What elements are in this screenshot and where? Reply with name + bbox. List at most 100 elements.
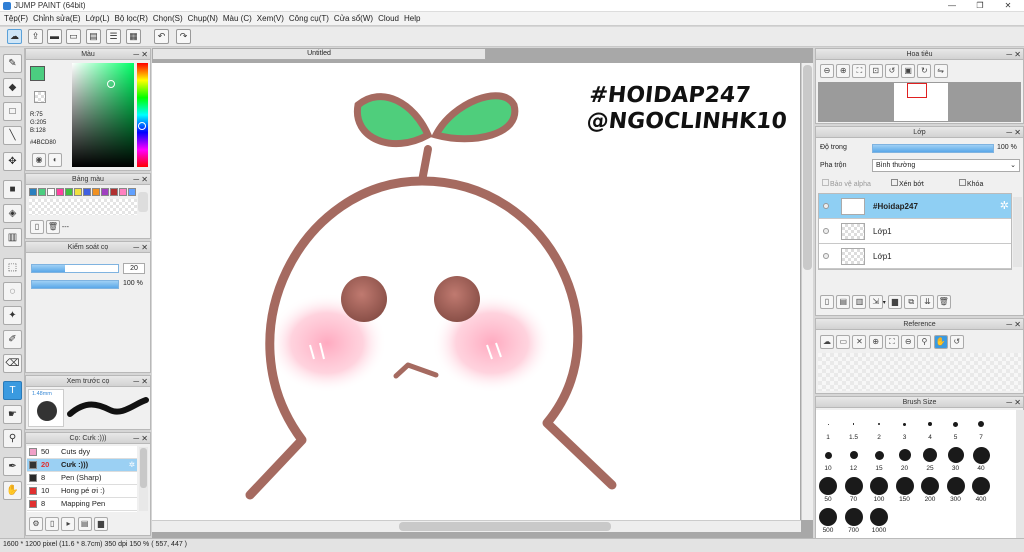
gear-icon[interactable]: ✲ [129,459,135,471]
select-eraser-icon[interactable]: ⌫ [3,354,22,373]
lock-checkbox[interactable] [959,179,966,186]
sub-color-swatch[interactable] [34,91,46,103]
menu-select[interactable]: Chọn(S) [153,12,188,25]
nav-zoom-in-icon[interactable]: ⊕ [836,64,851,78]
hue-slider[interactable] [137,63,148,167]
new-layer-icon[interactable]: ▯ [820,295,834,309]
brush-size-dot[interactable] [953,421,958,427]
redo-icon[interactable]: ↷ [176,29,191,44]
text-tool-icon[interactable]: T [3,381,22,400]
brush-list-scrollbar[interactable] [139,447,148,511]
message-icon[interactable]: ▭ [66,29,81,44]
palette-scrollbar[interactable] [138,192,148,212]
palette-swatch[interactable] [47,188,55,196]
brush-add-icon[interactable]: ▯ [45,517,60,531]
eraser-tool-icon[interactable]: ◆ [3,78,22,97]
brush-size-dot[interactable] [921,477,939,495]
horizontal-scroll-thumb[interactable] [399,522,611,531]
ref-fit-icon[interactable]: ⛶ [884,335,899,349]
undo-icon[interactable]: ↶ [154,29,169,44]
brush-opacity-slider[interactable] [31,280,119,289]
ref-cloud-icon[interactable]: ☁ [820,335,834,349]
brush-size-dot[interactable] [923,448,937,462]
palette-swatch[interactable] [119,188,127,196]
menu-edit[interactable]: Chỉnh sửa(E) [33,12,86,25]
palette-swatch[interactable] [65,188,73,196]
color-picker-icon[interactable]: ◐ [48,153,63,167]
protect-alpha-checkbox[interactable] [822,179,829,186]
palette-delete-icon[interactable]: 🗑 [45,220,60,234]
new-folder-icon[interactable]: ▆ [887,295,902,309]
brush-size-dot[interactable] [844,508,863,526]
merge-layer-icon[interactable]: ⇊ [920,295,935,309]
canvas-vertical-scrollbar[interactable] [801,63,813,520]
hand-tool-icon[interactable]: ✋ [3,481,22,500]
saturation-value-square[interactable] [72,63,134,167]
document-icon[interactable]: ▤ [86,29,101,44]
brush-size-dot[interactable] [849,451,858,459]
eyedropper-icon[interactable]: ⚲ [3,429,22,448]
chat-icon[interactable]: ▬ [47,29,62,44]
palette-swatch[interactable] [74,188,82,196]
brush-size-dot[interactable] [819,477,837,495]
menu-filter[interactable]: Bộ lọc(R) [115,12,153,25]
hue-cursor[interactable] [138,122,146,130]
palette-swatch[interactable] [83,188,91,196]
brush-size-dot[interactable] [947,447,964,463]
rectangle-tool-icon[interactable]: □ [3,102,22,121]
duplicate-layer-icon[interactable]: ⧉ [904,295,919,309]
palette-swatch[interactable] [92,188,100,196]
palette-swatch[interactable] [128,188,136,196]
delete-layer-icon[interactable]: 🗑 [936,295,951,309]
ref-rotate-icon[interactable]: ↺ [949,335,964,349]
brush-size-dot[interactable] [946,477,965,495]
layer-row[interactable]: #Hoidap247 ✲ [819,194,1011,219]
brush-item[interactable]: 8 Mapping Pen [27,498,137,511]
gear-icon[interactable]: ✲ [1000,199,1009,212]
brush-size-dot[interactable] [928,422,932,426]
document-tab[interactable]: Untitled [152,48,486,60]
eye-icon[interactable] [823,228,829,234]
fill-rect-tool-icon[interactable]: ■ [3,180,22,199]
ref-close-icon[interactable]: ✕ [852,335,867,349]
cloud-icon[interactable]: ☁ [7,29,22,44]
new-layer-type-icon[interactable]: ▤ [836,295,851,309]
eye-icon[interactable] [823,253,829,259]
brush-copy-icon[interactable]: ▸ [61,517,76,531]
brush-item[interactable]: 20 Cưk :))) ✲ [27,459,137,472]
new-file-icon[interactable]: ⇪ [28,29,43,44]
brush-doc-icon[interactable]: ▤ [77,517,92,531]
brush-size-dot[interactable] [978,421,984,427]
brush-size-value[interactable]: 20 [123,263,145,274]
select-rect-icon[interactable]: ⬚ [3,258,22,277]
clipping-checkbox[interactable] [891,179,898,186]
palette-add-icon[interactable]: ▯ [30,220,44,234]
menu-window[interactable]: Cửa sổ(W) [334,12,378,25]
layer-export-icon[interactable]: ⇲ [868,295,883,309]
layer-row[interactable]: Lớp1 [819,244,1011,269]
brush-size-dot[interactable] [870,508,888,526]
nav-flip-icon[interactable]: ⇋ [933,64,948,78]
nav-reset-icon[interactable]: ▣ [901,64,916,78]
grid-icon[interactable]: ▦ [126,29,141,44]
layer-opacity-slider[interactable] [872,144,994,153]
navigator-preview[interactable] [818,82,1021,122]
gradient-tool-icon[interactable]: ▥ [3,228,22,247]
brush-size-slider[interactable] [31,264,119,273]
brush-tool-icon[interactable]: ✎ [3,54,22,73]
brush-size-dot[interactable] [895,477,914,495]
menu-layer[interactable]: Lớp(L) [86,12,115,25]
nav-fit-icon[interactable]: ⛶ [852,64,867,78]
sv-cursor[interactable] [107,80,115,88]
layer-row[interactable]: Lớp1 [819,219,1011,244]
brush-size-dot[interactable] [878,423,880,425]
layer-list-scrollbar[interactable] [1013,197,1022,267]
brush-size-dot[interactable] [844,477,863,495]
palette-swatch[interactable] [101,188,109,196]
nav-rotate-left-icon[interactable]: ↺ [884,64,899,78]
drawing-canvas[interactable]: #HOIDAP247 @NGOCLINHK10 [152,63,800,520]
brush-size-dot[interactable] [852,423,855,425]
line-tool-icon[interactable]: ╲ [3,126,22,145]
lasso-icon[interactable]: ◌ [3,282,22,301]
menu-capture[interactable]: Chụp(N) [188,12,223,25]
